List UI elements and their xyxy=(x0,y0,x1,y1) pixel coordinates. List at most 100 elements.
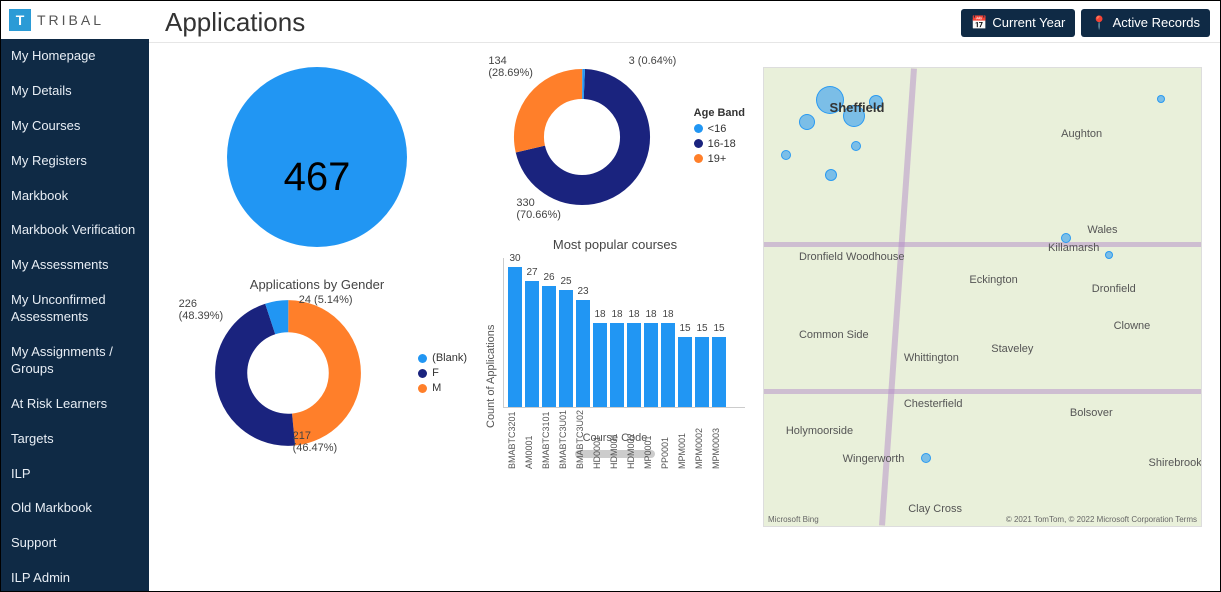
map-place-label: Clay Cross xyxy=(908,503,962,515)
bar-value: 15 xyxy=(679,323,690,334)
courses-bar-chart[interactable]: Count of Applications 302726252318181818… xyxy=(485,258,745,468)
legend-item: <16 xyxy=(694,123,745,135)
bar-category: AM0001 xyxy=(524,410,538,469)
gender-label-blank: 24 (5.14%) xyxy=(299,294,353,306)
legend-item: F xyxy=(418,367,467,379)
sidebar-item[interactable]: Targets xyxy=(1,422,149,457)
legend-label: 16-18 xyxy=(708,138,736,150)
pin-icon: 📍 xyxy=(1091,15,1107,31)
brand: T TRIBAL xyxy=(1,1,149,39)
bar-value: 30 xyxy=(509,253,520,264)
map-road xyxy=(764,389,1201,394)
bar[interactable]: 18 xyxy=(593,323,607,407)
sidebar-item[interactable]: Support xyxy=(1,526,149,561)
current-year-button[interactable]: 📅 Current Year xyxy=(961,9,1075,37)
total-applications-chart[interactable]: 467 xyxy=(227,67,407,247)
swatch-icon xyxy=(694,124,703,133)
bar-category: MPM0003 xyxy=(711,410,725,469)
age-label-19plus: 134 (28.69%) xyxy=(488,55,533,79)
map-logo: Microsoft Bing xyxy=(768,515,819,524)
map-place-label: Bolsover xyxy=(1070,407,1113,419)
legend-item: M xyxy=(418,382,467,394)
main: Applications 📅 Current Year 📍 Active Rec… xyxy=(149,1,1220,591)
bar[interactable]: 18 xyxy=(644,323,658,407)
map-dot xyxy=(921,453,931,463)
bar[interactable]: 18 xyxy=(610,323,624,407)
swatch-icon xyxy=(694,139,703,148)
legend-item: 19+ xyxy=(694,153,745,165)
map-place-label: Staveley xyxy=(991,343,1033,355)
bar[interactable]: 18 xyxy=(661,323,675,407)
bar[interactable]: 23 xyxy=(576,300,590,407)
gender-chart-title: Applications by Gender xyxy=(167,277,467,292)
map-place-label: Eckington xyxy=(969,274,1017,286)
bar-category: HDM002 xyxy=(626,410,640,469)
legend-label: (Blank) xyxy=(432,352,467,364)
sidebar-item[interactable]: ILP Admin xyxy=(1,561,149,591)
gender-label-f: 217 (46.47%) xyxy=(293,430,338,454)
gender-legend: (Blank) F M xyxy=(418,349,467,397)
legend-label: 19+ xyxy=(708,153,727,165)
map-dot xyxy=(781,150,791,160)
col-right: Microsoft Bing © 2021 TomTom, © 2022 Mic… xyxy=(763,67,1202,567)
bar-value: 18 xyxy=(628,309,639,320)
map-place-label: Wingerworth xyxy=(843,453,905,465)
map-dot xyxy=(1105,251,1113,259)
map-place-label: Holymoorside xyxy=(786,425,853,437)
bar[interactable]: 27 xyxy=(525,281,539,407)
map-road xyxy=(764,242,1201,247)
map-place-label: Shirebrook xyxy=(1149,457,1202,469)
bar-category: MP0001 xyxy=(643,410,657,469)
topbar-buttons: 📅 Current Year 📍 Active Records xyxy=(961,9,1210,37)
sidebar-item[interactable]: At Risk Learners xyxy=(1,387,149,422)
map-dot xyxy=(851,141,861,151)
bar-value: 18 xyxy=(645,309,656,320)
brand-logo: T xyxy=(9,9,31,31)
bar-category: BMABTC3U02 xyxy=(575,410,589,469)
sidebar-item[interactable]: My Registers xyxy=(1,144,149,179)
gender-label-m: 226 (48.39%) xyxy=(179,298,224,322)
sidebar-item[interactable]: My Unconfirmed Assessments xyxy=(1,283,149,335)
legend-label: <16 xyxy=(708,123,727,135)
bar-value: 23 xyxy=(577,286,588,297)
sidebar-item[interactable]: Markbook Verification xyxy=(1,213,149,248)
topbar: Applications 📅 Current Year 📍 Active Rec… xyxy=(149,1,1220,43)
bar-value: 18 xyxy=(662,309,673,320)
age-legend: Age Band <16 16-18 19+ xyxy=(694,107,745,168)
nav-list: My HomepageMy DetailsMy CoursesMy Regist… xyxy=(1,39,149,591)
courses-ylabel: Count of Applications xyxy=(485,258,497,428)
gender-donut-chart[interactable]: 24 (5.14%) 217 (46.47%) 226 (48.39%) xyxy=(213,298,363,448)
bar[interactable]: 15 xyxy=(712,337,726,407)
bar[interactable]: 30 xyxy=(508,267,522,407)
bar-value: 25 xyxy=(560,276,571,287)
bar[interactable]: 26 xyxy=(542,286,556,407)
map-place-label: Aughton xyxy=(1061,128,1102,140)
sidebar-item[interactable]: Old Markbook xyxy=(1,491,149,526)
sidebar-item[interactable]: My Courses xyxy=(1,109,149,144)
bar-value: 26 xyxy=(543,272,554,283)
age-label-lt16: 3 (0.64%) xyxy=(629,55,677,67)
bar[interactable]: 18 xyxy=(627,323,641,407)
bar[interactable]: 15 xyxy=(695,337,709,407)
applications-map[interactable]: Microsoft Bing © 2021 TomTom, © 2022 Mic… xyxy=(763,67,1202,527)
sidebar-item[interactable]: ILP xyxy=(1,457,149,492)
map-place-label: Chesterfield xyxy=(904,398,963,410)
age-legend-title: Age Band xyxy=(694,107,745,119)
sidebar-item[interactable]: My Homepage xyxy=(1,39,149,74)
active-records-button[interactable]: 📍 Active Records xyxy=(1081,9,1210,37)
bar-category: MPM0002 xyxy=(694,410,708,469)
calendar-icon: 📅 xyxy=(971,15,987,31)
map-place-label: Wales xyxy=(1087,224,1117,236)
sidebar-item[interactable]: My Assignments / Groups xyxy=(1,335,149,387)
map-attribution: © 2021 TomTom, © 2022 Microsoft Corporat… xyxy=(1006,515,1197,524)
sidebar-item[interactable]: Markbook xyxy=(1,179,149,214)
sidebar-item[interactable]: My Details xyxy=(1,74,149,109)
bar[interactable]: 25 xyxy=(559,290,573,407)
page-title: Applications xyxy=(165,7,305,38)
age-donut-chart[interactable]: 3 (0.64%) 330 (70.66%) 134 (28.69%) xyxy=(512,67,652,207)
sidebar-item[interactable]: My Assessments xyxy=(1,248,149,283)
bar-category: BMABTC3101 xyxy=(541,410,555,469)
bar[interactable]: 15 xyxy=(678,337,692,407)
legend-label: F xyxy=(432,367,439,379)
brand-name: TRIBAL xyxy=(37,12,104,28)
